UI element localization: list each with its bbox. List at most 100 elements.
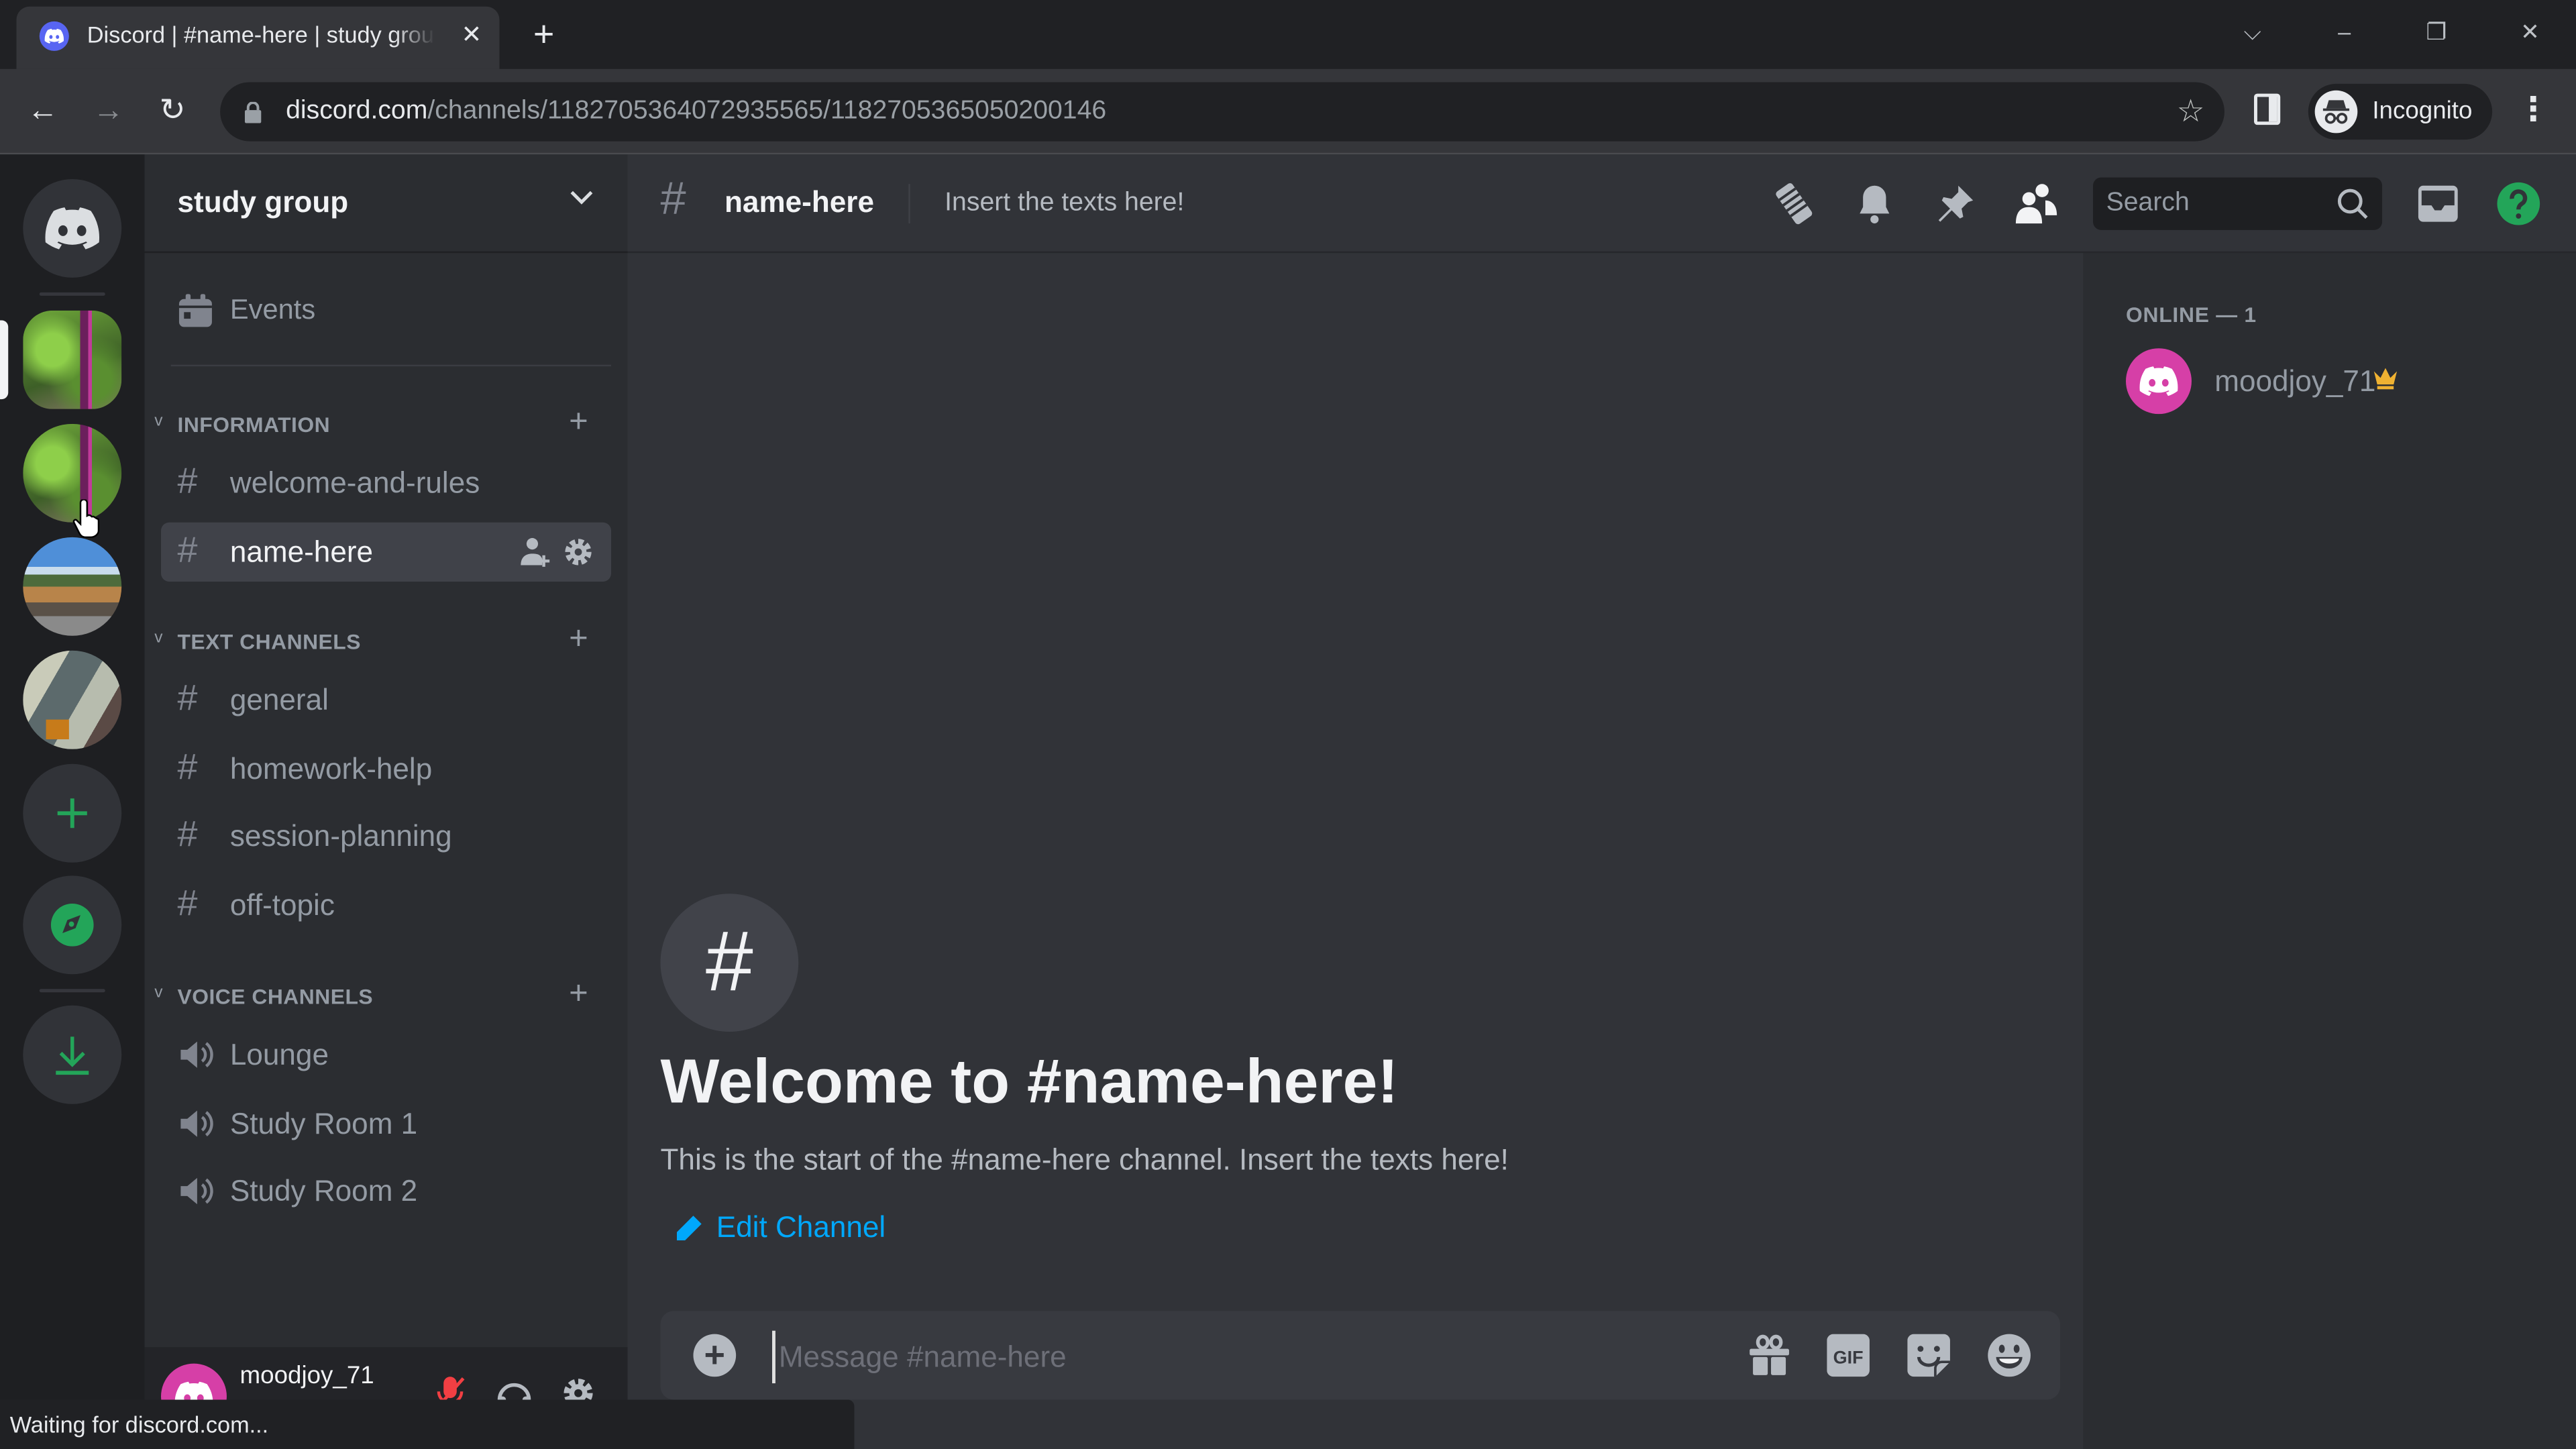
edit-channel-link[interactable]: Edit Channel: [674, 1211, 885, 1245]
channel-label: off-topic: [229, 888, 335, 922]
address-bar[interactable]: discord.com/channels/1182705364072935565…: [220, 82, 2224, 142]
channel-name-here[interactable]: # name-here: [161, 522, 612, 582]
sticker-icon: [1907, 1334, 1950, 1377]
member-item[interactable]: moodjoy_71: [2126, 345, 2553, 417]
upload-plus-button[interactable]: +: [693, 1334, 737, 1377]
channel-label: Lounge: [229, 1038, 329, 1071]
gift-button[interactable]: [1745, 1331, 1794, 1380]
channel-topic[interactable]: Insert the texts here!: [945, 189, 1184, 219]
category-information[interactable]: v INFORMATION +: [151, 404, 618, 442]
member-list-toggle[interactable]: [2012, 180, 2059, 227]
url-text[interactable]: discord.com/channels/1182705364072935565…: [286, 97, 1106, 126]
speaker-icon: [177, 1038, 213, 1079]
search-input[interactable]: Search: [2093, 177, 2383, 230]
reload-button[interactable]: ↻: [150, 89, 196, 135]
welcome-subtitle: This is the start of the #name-here chan…: [660, 1143, 1509, 1177]
category-label: INFORMATION: [177, 412, 331, 437]
new-tab-button[interactable]: +: [523, 13, 566, 56]
tab-search-icon[interactable]: ⌵: [2220, 10, 2286, 53]
browser-tab[interactable]: Discord | #name-here | study group ✕: [16, 6, 500, 69]
guild-separator: [39, 292, 105, 296]
home-button[interactable]: [23, 178, 122, 278]
discord-logo-icon: [45, 207, 100, 250]
channel-session-planning[interactable]: # session-planning: [161, 806, 611, 865]
members-icon: [2015, 184, 2057, 224]
events-button[interactable]: Events: [177, 289, 315, 332]
gif-label: GIF: [1833, 1348, 1864, 1368]
bell-icon: [1860, 185, 1890, 224]
hash-icon: #: [177, 676, 198, 718]
channel-general[interactable]: # general: [161, 670, 611, 729]
back-button[interactable]: ←: [19, 89, 66, 135]
help-icon: [2497, 182, 2540, 225]
edit-channel-label: Edit Channel: [716, 1210, 886, 1244]
channel-homework-help[interactable]: # homework-help: [161, 739, 611, 798]
discord-favicon-icon: [39, 21, 69, 51]
chevron-down-icon: v: [154, 629, 163, 647]
browser-toolbar: ← → ↻ discord.com/channels/1182705364072…: [0, 68, 2576, 155]
server-list: [0, 154, 145, 1449]
emoji-button[interactable]: [1984, 1331, 2033, 1380]
server-study-group[interactable]: [23, 310, 122, 409]
compass-icon: [50, 903, 94, 947]
channel-welcome-and-rules[interactable]: # welcome-and-rules: [161, 453, 611, 513]
channel-label: homework-help: [229, 752, 433, 786]
close-window-button[interactable]: ✕: [2497, 10, 2563, 53]
bookmark-star-icon[interactable]: ☆: [2177, 94, 2205, 131]
channel-label: Study Room 1: [229, 1107, 418, 1140]
server-owner-crown-icon: [2372, 366, 2398, 398]
threads-button[interactable]: [1771, 180, 1817, 227]
browser-status-bubble: Waiting for discord.com...: [0, 1399, 855, 1449]
create-channel-plus-icon[interactable]: +: [569, 621, 588, 659]
voice-channel-study-room-2[interactable]: Study Room 2: [161, 1161, 611, 1220]
channel-label: welcome-and-rules: [229, 466, 480, 500]
lock-icon: [244, 101, 262, 131]
chevron-down-icon: v: [154, 412, 163, 431]
invite-user-icon[interactable]: [519, 535, 552, 568]
tab-title: Discord | #name-here | study group: [87, 21, 435, 48]
voice-channel-lounge[interactable]: Lounge: [161, 1025, 611, 1084]
channel-off-topic[interactable]: # off-topic: [161, 875, 611, 934]
create-channel-plus-icon[interactable]: +: [569, 976, 588, 1014]
side-panel-icon[interactable]: [2254, 93, 2281, 125]
category-voice-channels[interactable]: v VOICE CHANNELS +: [151, 976, 618, 1014]
incognito-profile-button[interactable]: Incognito: [2308, 83, 2493, 140]
category-label: VOICE CHANNELS: [177, 983, 374, 1009]
channel-label: session-planning: [229, 820, 452, 853]
tab-close-icon[interactable]: ✕: [453, 18, 490, 54]
add-server-button[interactable]: [23, 763, 122, 863]
speaker-icon: [177, 1108, 213, 1148]
threads-icon: [1776, 183, 1813, 225]
channel-sidebar: study group Events v INFORMATION + # wel…: [144, 154, 628, 1449]
gear-icon[interactable]: [562, 535, 595, 568]
minimize-button[interactable]: –: [2312, 10, 2377, 53]
help-button[interactable]: [2496, 180, 2542, 227]
channel-title: name-here: [724, 185, 874, 219]
hash-icon: #: [177, 882, 198, 924]
inbox-button[interactable]: [2415, 180, 2461, 227]
download-apps-button[interactable]: [23, 1005, 122, 1104]
category-text-channels[interactable]: v TEXT CHANNELS +: [151, 621, 618, 659]
sticker-button[interactable]: [1904, 1331, 1953, 1380]
explore-servers-button[interactable]: [23, 875, 122, 975]
voice-channel-study-room-1[interactable]: Study Room 1: [161, 1094, 611, 1153]
server-icon[interactable]: [23, 650, 122, 749]
search-placeholder: Search: [2106, 189, 2190, 217]
pinned-messages-button[interactable]: [1932, 180, 1978, 227]
channel-label: general: [229, 683, 329, 716]
restore-button[interactable]: ❐: [2404, 10, 2469, 53]
chat-area: # name-here Insert the texts here! Searc…: [627, 154, 2576, 1449]
message-input[interactable]: [772, 1330, 1703, 1384]
browser-menu-icon[interactable]: ⋮: [2517, 89, 2550, 135]
gif-icon: GIF: [1827, 1334, 1870, 1377]
server-icon[interactable]: [23, 537, 122, 636]
gif-button[interactable]: GIF: [1823, 1331, 1872, 1380]
download-icon: [56, 1036, 89, 1075]
create-channel-plus-icon[interactable]: +: [569, 404, 588, 441]
incognito-label: Incognito: [2372, 97, 2473, 125]
forward-button[interactable]: →: [85, 89, 131, 135]
member-group-header: ONLINE — 1: [2126, 302, 2257, 327]
server-header-button[interactable]: study group: [144, 154, 628, 254]
incognito-icon: [2314, 90, 2358, 133]
notification-settings-button[interactable]: [1851, 180, 1898, 227]
